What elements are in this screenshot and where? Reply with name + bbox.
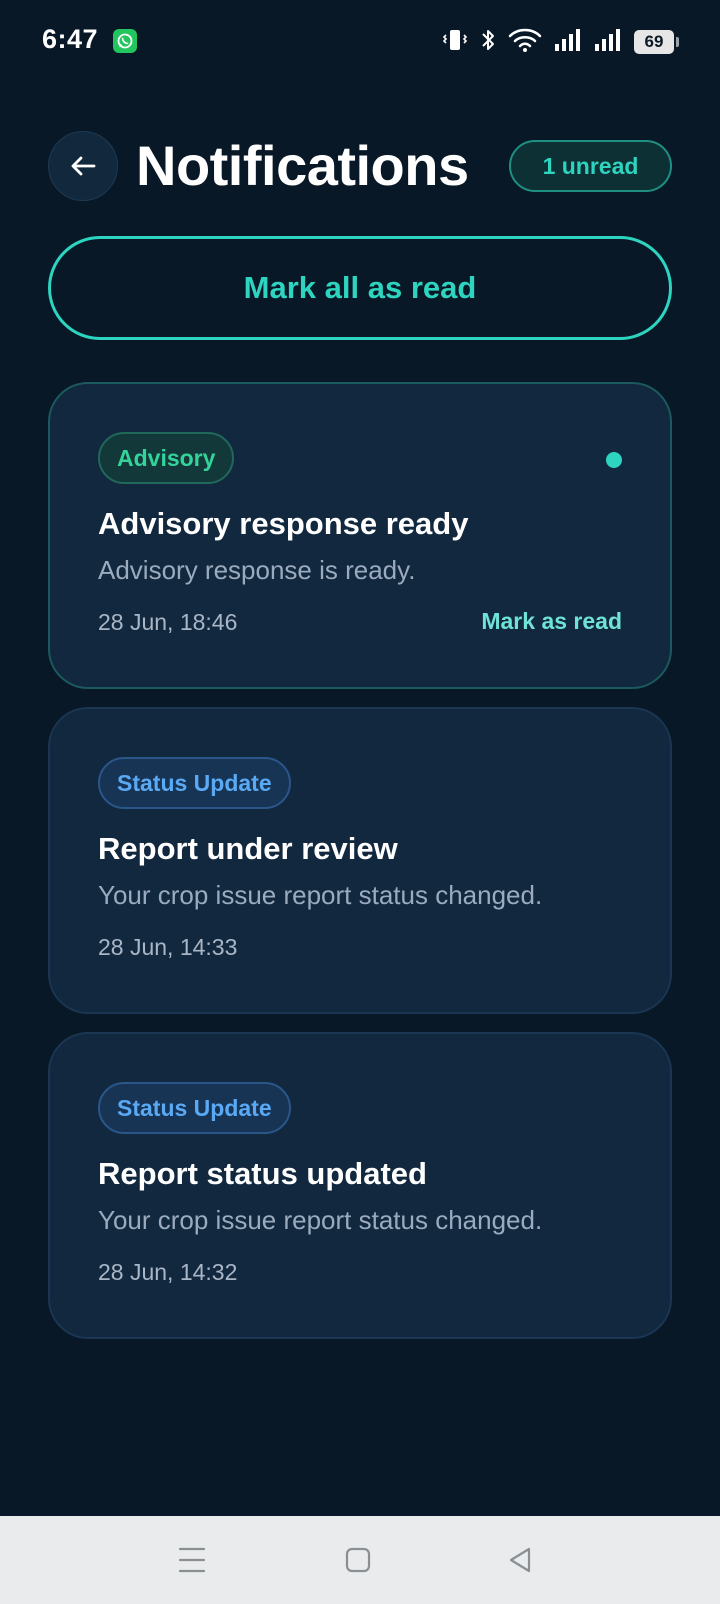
status-icons: 69 bbox=[442, 26, 679, 58]
back-icon bbox=[509, 1547, 531, 1573]
unread-indicator-dot bbox=[606, 452, 622, 468]
page-title: Notifications bbox=[136, 134, 469, 197]
category-chip-status-update: Status Update bbox=[98, 757, 291, 809]
notification-timestamp: 28 Jun, 14:33 bbox=[98, 934, 238, 960]
system-back-button[interactable] bbox=[496, 1536, 544, 1584]
menu-icon bbox=[178, 1547, 206, 1573]
mark-all-read-button[interactable]: Mark all as read bbox=[48, 236, 672, 340]
notification-title: Report under review bbox=[98, 831, 398, 866]
home-icon bbox=[345, 1547, 371, 1573]
unread-count-badge: 1 unread bbox=[509, 140, 672, 192]
notification-message: Your crop issue report status changed. bbox=[98, 1205, 543, 1235]
notifications-screen: 6:47 69 Notifications 1 unread Mark all … bbox=[0, 0, 720, 1604]
arrow-left-icon bbox=[71, 156, 96, 176]
category-chip-advisory: Advisory bbox=[98, 432, 235, 484]
battery-icon: 69 bbox=[634, 30, 679, 54]
home-button[interactable] bbox=[334, 1536, 382, 1584]
mark-as-read-button[interactable]: Mark as read bbox=[481, 608, 622, 635]
notification-message: Advisory response is ready. bbox=[98, 555, 416, 585]
bluetooth-icon bbox=[480, 27, 496, 58]
back-button[interactable] bbox=[48, 131, 118, 201]
status-time: 6:47 bbox=[42, 24, 99, 54]
notification-card[interactable]: Advisory Advisory response ready Advisor… bbox=[48, 382, 672, 689]
notification-title: Report status updated bbox=[98, 1156, 427, 1191]
notification-timestamp: 28 Jun, 18:46 bbox=[98, 609, 238, 635]
notification-card[interactable]: Status Update Report under review Your c… bbox=[48, 707, 672, 1014]
system-nav-bar bbox=[0, 1516, 720, 1604]
status-bar: 6:47 69 bbox=[0, 0, 720, 84]
notification-message: Your crop issue report status changed. bbox=[98, 880, 543, 910]
vibrate-icon bbox=[442, 27, 468, 58]
notification-timestamp: 28 Jun, 14:32 bbox=[98, 1259, 238, 1285]
notification-card[interactable]: Status Update Report status updated Your… bbox=[48, 1032, 672, 1339]
signal-icon bbox=[594, 27, 622, 58]
wifi-icon bbox=[508, 27, 542, 58]
whatsapp-icon bbox=[113, 29, 137, 53]
signal-icon bbox=[554, 27, 582, 58]
notification-title: Advisory response ready bbox=[98, 506, 469, 541]
category-chip-status-update: Status Update bbox=[98, 1082, 291, 1134]
recent-apps-button[interactable] bbox=[168, 1536, 216, 1584]
